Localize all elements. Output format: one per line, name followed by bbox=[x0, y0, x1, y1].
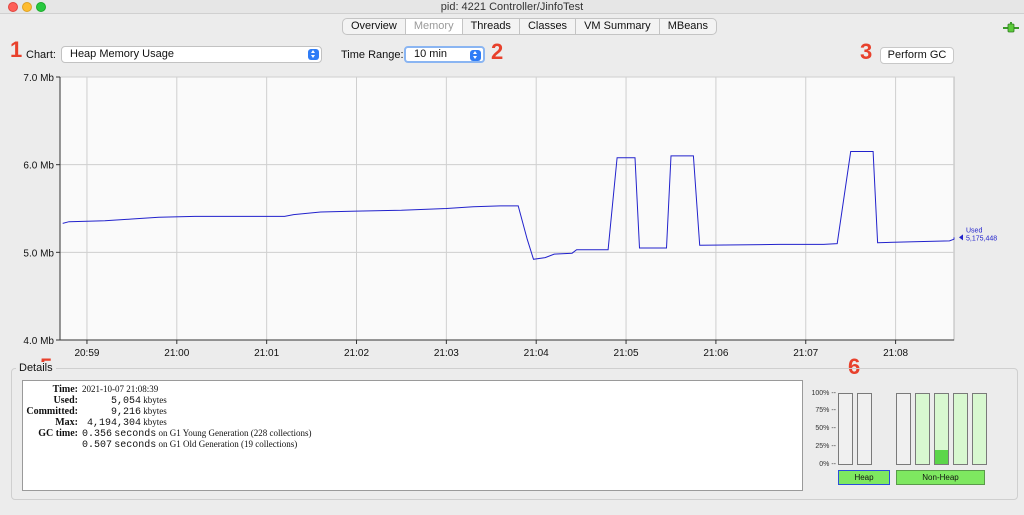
detail-key: Max: bbox=[55, 417, 78, 428]
x-tick-label: 21:07 bbox=[793, 348, 818, 359]
used-marker-icon bbox=[959, 234, 963, 241]
tab-bar: Overview Memory Threads Classes VM Summa… bbox=[342, 18, 718, 35]
heap-pool-bar[interactable] bbox=[857, 393, 872, 465]
detail-row-gc-old: 0.507 seconds on G1 Old Generation (19 c… bbox=[23, 439, 423, 451]
annotation-1: 1 bbox=[10, 37, 23, 62]
x-tick-label: 21:03 bbox=[434, 348, 459, 359]
detail-key: Committed: bbox=[26, 406, 78, 417]
detail-row-gc-young: GC time: 0.356 seconds on G1 Young Gener… bbox=[23, 428, 423, 440]
tab-vm-summary[interactable]: VM Summary bbox=[576, 19, 660, 34]
heap-pool-button[interactable]: Heap bbox=[838, 470, 890, 485]
detail-row-used: Used: 5,054 kbytes bbox=[23, 395, 423, 407]
x-tick-label: 21:00 bbox=[164, 348, 189, 359]
x-tick-label: 20:59 bbox=[74, 348, 99, 359]
tab-overview[interactable]: Overview bbox=[343, 19, 406, 34]
window-title: pid: 4221 Controller/JinfoTest bbox=[440, 1, 584, 13]
tab-threads[interactable]: Threads bbox=[463, 19, 520, 34]
nonheap-pool-bar[interactable] bbox=[953, 393, 968, 465]
nonheap-pool-bar[interactable] bbox=[915, 393, 930, 465]
pool-axis-label: 50% -- bbox=[815, 425, 836, 432]
detail-value: 0.507 seconds on G1 Old Generation (19 c… bbox=[82, 439, 297, 451]
annotation-2: 2 bbox=[491, 39, 504, 64]
legend-used-label: Used bbox=[966, 227, 982, 234]
gc-old-desc: on G1 Old Generation (19 collections) bbox=[158, 439, 298, 449]
used-unit: kbytes bbox=[143, 395, 167, 405]
nonheap-pool-bar[interactable] bbox=[972, 393, 987, 465]
nonheap-pool-bar[interactable] bbox=[934, 393, 949, 465]
x-tick-label: 21:01 bbox=[254, 348, 279, 359]
committed-unit: kbytes bbox=[143, 406, 167, 416]
time-range-label: Time Range: bbox=[341, 49, 404, 61]
tab-memory[interactable]: Memory bbox=[405, 19, 463, 34]
y-tick-label: 4.0 Mb bbox=[23, 336, 54, 347]
chevron-updown-icon bbox=[308, 49, 319, 60]
detail-row-max: Max: 4,194,304 kbytes bbox=[23, 417, 423, 429]
perform-gc-button[interactable]: Perform GC bbox=[880, 47, 954, 64]
plugin-connector-icon[interactable] bbox=[1003, 22, 1019, 34]
time-range-value: 10 min bbox=[414, 48, 448, 60]
nonheap-pool-bar[interactable] bbox=[896, 393, 911, 465]
detail-row-committed: Committed: 9,216 kbytes bbox=[23, 406, 423, 418]
gc-old-seconds: 0.507 bbox=[82, 440, 113, 451]
x-tick-label: 21:04 bbox=[524, 348, 549, 359]
x-tick-label: 21:02 bbox=[344, 348, 369, 359]
x-tick-label: 21:08 bbox=[883, 348, 908, 359]
pool-axis-label: 25% -- bbox=[815, 443, 836, 450]
non-heap-pool-button[interactable]: Non-Heap bbox=[896, 470, 985, 485]
y-tick-label: 6.0 Mb bbox=[23, 161, 54, 172]
pool-bar-fill bbox=[935, 450, 948, 464]
y-tick-label: 5.0 Mb bbox=[23, 248, 54, 259]
chart-select[interactable]: Heap Memory Usage bbox=[61, 46, 322, 63]
details-title: Details bbox=[16, 362, 56, 374]
time-range-select[interactable]: 10 min bbox=[404, 46, 485, 63]
title-bar: pid: 4221 Controller/JinfoTest bbox=[0, 0, 1024, 14]
chart-label: Chart: bbox=[26, 49, 56, 61]
detail-row-time: Time: 2021-10-07 21:08:39 bbox=[23, 384, 423, 395]
tab-mbeans[interactable]: MBeans bbox=[660, 19, 716, 34]
pool-axis-label: 75% -- bbox=[815, 407, 836, 414]
detail-key: Time: bbox=[52, 384, 78, 395]
memory-pools: 100% -- 75% -- 50% -- 25% -- 0% -- Heap … bbox=[806, 386, 1006, 488]
x-tick-label: 21:06 bbox=[703, 348, 728, 359]
detail-value: 2021-10-07 21:08:39 bbox=[82, 384, 159, 394]
annotation-3: 3 bbox=[860, 39, 873, 64]
x-tick-label: 21:05 bbox=[614, 348, 639, 359]
memory-chart: 4.0 Mb 5.0 Mb 6.0 Mb 7.0 Mb 20:59 21:00 21:01 2… bbox=[8, 70, 1018, 362]
max-unit: kbytes bbox=[143, 417, 167, 427]
gc-young-desc: on G1 Young Generation (228 collections) bbox=[158, 428, 312, 438]
memory-chart-svg: 4.0 Mb 5.0 Mb 6.0 Mb 7.0 Mb 20:59 21:00 21:01 2… bbox=[23, 73, 997, 359]
tab-classes[interactable]: Classes bbox=[520, 19, 577, 34]
pool-axis-label: 0% -- bbox=[819, 461, 836, 468]
chart-select-value: Heap Memory Usage bbox=[70, 48, 174, 60]
heap-pool-bar[interactable] bbox=[838, 393, 853, 465]
pool-axis-label: 100% -- bbox=[811, 390, 836, 397]
detail-key: GC time: bbox=[38, 428, 78, 439]
details-box: Time: 2021-10-07 21:08:39 Used: 5,054 kb… bbox=[22, 380, 803, 491]
detail-key: Used: bbox=[53, 395, 78, 406]
plot-area bbox=[59, 76, 955, 341]
legend-used-value: 5,175,448 bbox=[966, 235, 997, 242]
gc-old-seconds-text: seconds bbox=[114, 440, 157, 451]
y-tick-label: 7.0 Mb bbox=[23, 73, 54, 84]
chevron-updown-icon bbox=[470, 50, 481, 61]
